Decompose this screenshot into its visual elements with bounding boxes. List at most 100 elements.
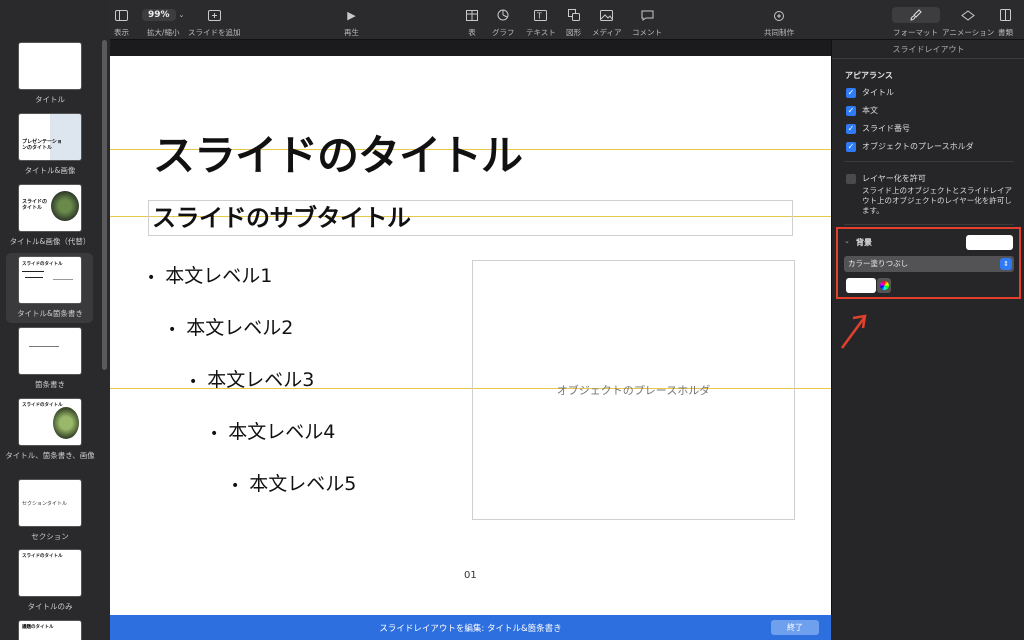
thumb-line (22, 271, 44, 272)
text-icon: T (534, 7, 548, 23)
layout-thumb-title-image-alt[interactable]: スライドのタイトル (18, 184, 82, 232)
animate-icon (961, 7, 975, 23)
add-slide-button[interactable]: スライドを追加 (188, 7, 241, 38)
thumb-text: 議題のタイトル (22, 625, 54, 630)
layout-label: タイトル (35, 95, 65, 104)
add-slide-icon (207, 7, 221, 23)
chart-icon (497, 7, 509, 23)
toolbar-label: 書類 (998, 28, 1013, 37)
layering-description: スライド上のオブジェクトとスライドレイアウト上のオブジェクトのレイヤー化を許可し… (862, 186, 1012, 215)
checkmark-icon: ✓ (846, 105, 856, 116)
layout-thumb-title-image[interactable]: プレゼンテーションのタイトル (18, 113, 82, 161)
done-button[interactable]: 終了 (771, 620, 819, 635)
checkbox-body[interactable]: ✓ 本文 (846, 105, 878, 116)
layout-label: セクション (31, 532, 69, 541)
object-placeholder[interactable]: オブジェクトのプレースホルダ (472, 260, 795, 520)
body-level-4[interactable]: • 本文レベル4 (210, 417, 335, 444)
layout-label: タイトル&画像 (24, 166, 76, 175)
thumb-text: スライドのタイトル (22, 554, 63, 559)
slide-subtitle-placeholder[interactable]: スライドのサブタイトル (152, 198, 411, 233)
layout-thumb-title-only[interactable]: スライドのタイトル (18, 549, 82, 597)
collaborate-icon (772, 7, 786, 23)
annotation-highlight-box (836, 227, 1021, 299)
inspector-title: スライドレイアウト (892, 45, 965, 54)
checkbox-slide-number[interactable]: ✓ スライド番号 (846, 123, 910, 134)
bullet-text: 本文レベル2 (186, 317, 294, 339)
toolbar-label: テキスト (526, 28, 556, 37)
toolbar-label: 再生 (344, 28, 359, 37)
layout-thumb-agenda[interactable]: 議題のタイトル (18, 620, 82, 640)
chevron-down-icon: ⌄ (178, 11, 185, 19)
shape-button[interactable]: 図形 (566, 7, 581, 38)
appearance-heading: アピアランス (845, 71, 893, 80)
edit-layout-label: スライドレイアウトを編集: タイトル&箇条書き (379, 624, 562, 634)
checkbox-object-placeholder[interactable]: ✓ オブジェクトのプレースホルダ (846, 141, 974, 152)
view-button[interactable]: 表示 (114, 7, 129, 38)
edit-layout-bar: スライドレイアウトを編集: タイトル&箇条書き 終了 (110, 615, 831, 640)
layout-thumb-title-bullets-image[interactable]: スライドのタイトル (18, 398, 82, 446)
checkbox-empty-icon (846, 173, 856, 184)
layout-thumb-bullets[interactable] (18, 327, 82, 375)
toolbar-label: メディア (592, 28, 622, 37)
slide-title-placeholder[interactable]: スライドのタイトル (153, 122, 523, 183)
inspector-footer (831, 615, 1024, 640)
divider (832, 58, 1024, 59)
thumb-text: セクションタイトル (22, 501, 68, 507)
slide-canvas[interactable]: スライドのタイトル スライドのサブタイトル • 本文レベル1 • 本文レベル2 • 本… (110, 56, 831, 636)
body-level-1[interactable]: • 本文レベル1 (147, 261, 272, 288)
toolbar-label: 拡大/縮小 (146, 28, 180, 37)
layout-thumb-title[interactable] (18, 42, 82, 90)
document-button[interactable]: 書類 (998, 7, 1013, 38)
layout-thumb-title-bullets[interactable]: スライドのタイトル (18, 256, 82, 304)
table-button[interactable]: 表 (466, 7, 478, 38)
text-button[interactable]: T テキスト (526, 7, 556, 38)
layout-label: タイトルのみ (27, 602, 73, 611)
media-button[interactable]: メディア (592, 7, 621, 38)
toolbar-label: コメント (632, 28, 662, 37)
layout-navigator: タイトル プレゼンテーションのタイトル タイトル&画像 スライドのタイトル タイ… (0, 0, 110, 640)
layout-thumb-section[interactable]: セクションタイトル (18, 479, 82, 527)
object-placeholder-label: オブジェクトのプレースホルダ (556, 384, 711, 397)
canvas-area: スライドのタイトル スライドのサブタイトル • 本文レベル1 • 本文レベル2 • 本… (110, 40, 831, 636)
document-icon (1000, 7, 1011, 23)
toolbar-label: 共同制作 (764, 28, 794, 37)
thumb-line (53, 279, 73, 280)
collaborate-button[interactable]: 共同制作 (764, 7, 794, 38)
table-icon (466, 7, 478, 23)
sidebar-icon (115, 7, 128, 23)
slide-number[interactable]: 01 (464, 570, 477, 581)
food-image (51, 191, 79, 221)
thumb-line (25, 277, 43, 278)
layout-label: 箇条書き (35, 380, 65, 389)
zoom-button[interactable]: 99% ⌄ 拡大/縮小 (142, 7, 184, 38)
bullet-text: 本文レベル3 (207, 369, 315, 391)
navigator-scrollbar[interactable] (102, 40, 107, 370)
checkbox-allow-layering[interactable]: レイヤー化を許可 (846, 173, 926, 184)
toolbar-label: 表示 (114, 28, 129, 37)
toolbar-label: フォーマット (893, 28, 938, 37)
media-icon (600, 7, 614, 23)
checkbox-title[interactable]: ✓ タイトル (846, 87, 894, 98)
format-button[interactable]: フォーマット (893, 7, 938, 38)
body-level-2[interactable]: • 本文レベル2 (168, 313, 293, 340)
animate-button[interactable]: アニメーション (942, 7, 994, 38)
toolbar-label: 表 (468, 28, 476, 37)
layout-label: タイトル&画像（代替） (9, 237, 91, 246)
checkbox-label: 本文 (862, 106, 878, 115)
food-image (53, 407, 79, 439)
bullet-text: 本文レベル1 (165, 265, 273, 287)
play-button[interactable]: ▶ 再生 (344, 7, 359, 38)
checkbox-label: レイヤー化を許可 (862, 174, 926, 183)
svg-text:T: T (536, 11, 542, 20)
checkbox-label: スライド番号 (862, 124, 910, 133)
body-level-5[interactable]: • 本文レベル5 (231, 469, 356, 496)
checkmark-icon: ✓ (846, 123, 856, 134)
divider (844, 224, 1014, 225)
annotation-arrow-icon (840, 314, 867, 349)
checkmark-icon: ✓ (846, 141, 856, 152)
chart-button[interactable]: グラフ (492, 7, 515, 38)
checkbox-label: オブジェクトのプレースホルダ (862, 142, 974, 151)
toolbar-label: 図形 (566, 28, 581, 37)
comment-button[interactable]: コメント (632, 7, 662, 38)
body-level-3[interactable]: • 本文レベル3 (189, 365, 314, 392)
